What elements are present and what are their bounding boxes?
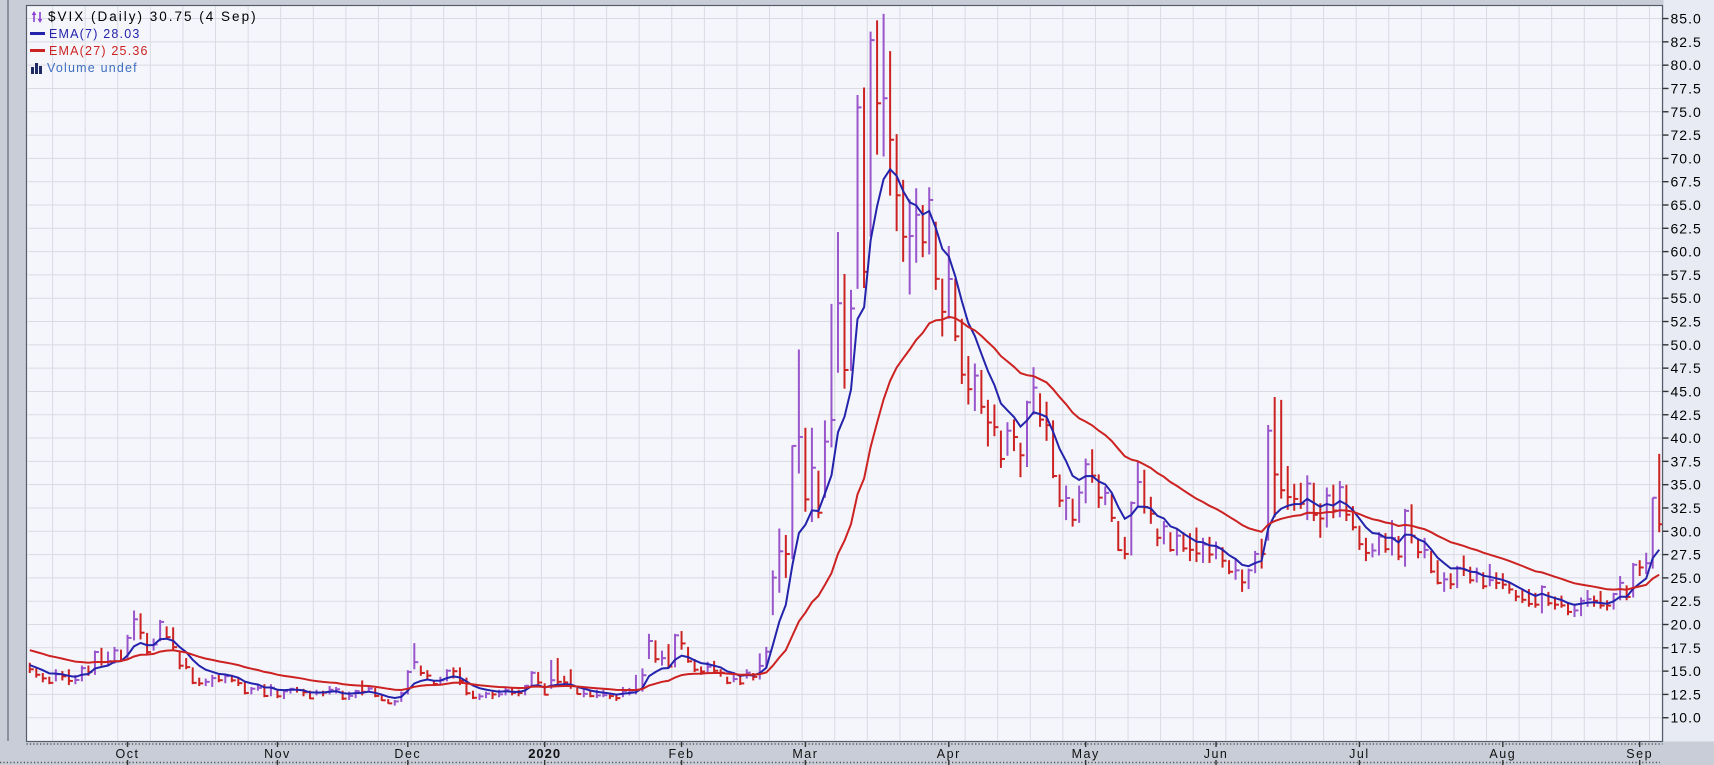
y-axis-tick-label: 27.5 [1671, 547, 1702, 563]
y-axis-tick-label: 10.0 [1671, 710, 1702, 726]
y-axis-tick-label: 72.5 [1671, 127, 1702, 143]
y-axis-tick-label: 70.0 [1671, 150, 1702, 166]
y-axis-tick-label: 32.5 [1671, 500, 1702, 516]
y-axis-tick-label: 37.5 [1671, 453, 1702, 469]
chart-legend: $VIX (Daily) 30.75 (4 Sep) EMA(7) 28.03 … [30, 8, 258, 76]
legend-ema27-row: EMA(27) 25.36 [30, 42, 258, 59]
y-axis-tick-label: 67.5 [1671, 174, 1702, 190]
y-axis-tick-label: 52.5 [1671, 314, 1702, 330]
chart-canvas: 85.0 82.5 80.0 77.5 75.0 72.5 70.0 67.5 65.0 62.5… [0, 0, 1714, 765]
x-axis-month-label: Aug [1489, 747, 1516, 761]
y-axis-tick-label: 75.0 [1671, 104, 1702, 120]
x-axis-month-label: May [1072, 747, 1100, 761]
y-axis-tick-label: 50.0 [1671, 337, 1702, 353]
ema27-line-swatch [30, 49, 45, 52]
y-axis-tick-label: 77.5 [1671, 80, 1702, 96]
y-axis-tick-label: 12.5 [1671, 686, 1702, 702]
y-axis-tick-label: 57.5 [1671, 267, 1702, 283]
x-axis-month-label: Dec [394, 747, 421, 761]
x-axis-month-label: Feb [669, 747, 695, 761]
y-axis-tick-label: 47.5 [1671, 360, 1702, 376]
x-axis-month-label: Oct [116, 747, 140, 761]
y-axis-tick-label: 42.5 [1671, 407, 1702, 423]
y-axis-tick-label: 85.0 [1671, 11, 1702, 27]
y-axis-tick-label: 22.5 [1671, 593, 1702, 609]
x-axis-month-label: Jul [1349, 747, 1369, 761]
ema7-line-swatch [30, 32, 45, 35]
y-axis-tick-label: 65.0 [1671, 197, 1702, 213]
x-axis-month-label: 2020 [528, 746, 561, 761]
x-axis-month-label: Mar [792, 747, 818, 761]
x-axis-month-label: Sep [1626, 747, 1653, 761]
x-axis-month-label: Apr [937, 747, 961, 761]
y-axis-tick-label: 45.0 [1671, 383, 1702, 399]
volume-label: Volume undef [47, 61, 138, 75]
y-axis-tick-label: 80.0 [1671, 57, 1702, 73]
y-axis-tick-label: 17.5 [1671, 640, 1702, 656]
y-axis-tick-label: 55.0 [1671, 290, 1702, 306]
volume-bars-icon [30, 62, 43, 74]
y-axis-tick-label: 30.0 [1671, 523, 1702, 539]
y-axis-tick-label: 40.0 [1671, 430, 1702, 446]
legend-ema7-row: EMA(7) 28.03 [30, 25, 258, 42]
y-axis-tick-label: 60.0 [1671, 244, 1702, 260]
chart-title: $VIX (Daily) 30.75 (4 Sep) [48, 9, 258, 24]
price-bars-icon [30, 10, 44, 24]
x-axis-month-label: Jun [1204, 747, 1229, 761]
ema7-label: EMA(7) 28.03 [49, 27, 141, 41]
y-axis-tick-label: 62.5 [1671, 220, 1702, 236]
legend-title-row: $VIX (Daily) 30.75 (4 Sep) [30, 8, 258, 25]
y-axis-tick-label: 82.5 [1671, 34, 1702, 50]
y-axis-tick-label: 15.0 [1671, 663, 1702, 679]
y-axis-tick-label: 35.0 [1671, 477, 1702, 493]
x-axis-month-label: Nov [264, 747, 291, 761]
legend-volume-row: Volume undef [30, 59, 258, 76]
y-axis-tick-label: 25.0 [1671, 570, 1702, 586]
vix-stock-chart: 85.0 82.5 80.0 77.5 75.0 72.5 70.0 67.5 65.0 62.5… [0, 0, 1714, 765]
y-axis-tick-label: 20.0 [1671, 617, 1702, 633]
ema27-label: EMA(27) 25.36 [49, 44, 149, 58]
